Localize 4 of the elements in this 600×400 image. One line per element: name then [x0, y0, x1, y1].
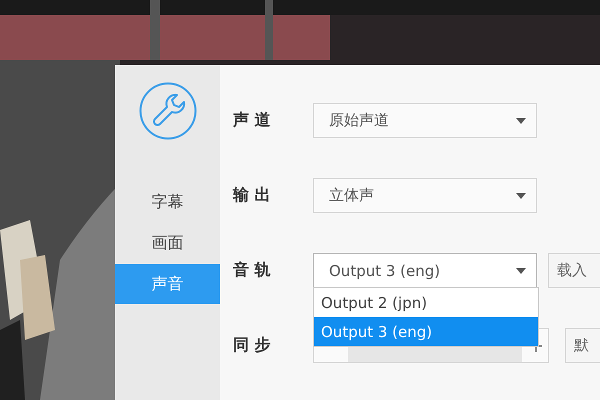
setting-label: 声 道 [233, 110, 272, 131]
setting-label: 音 轨 [233, 260, 272, 281]
setting-label: 输 出 [233, 185, 272, 206]
setting-label: 同 步 [233, 335, 272, 356]
